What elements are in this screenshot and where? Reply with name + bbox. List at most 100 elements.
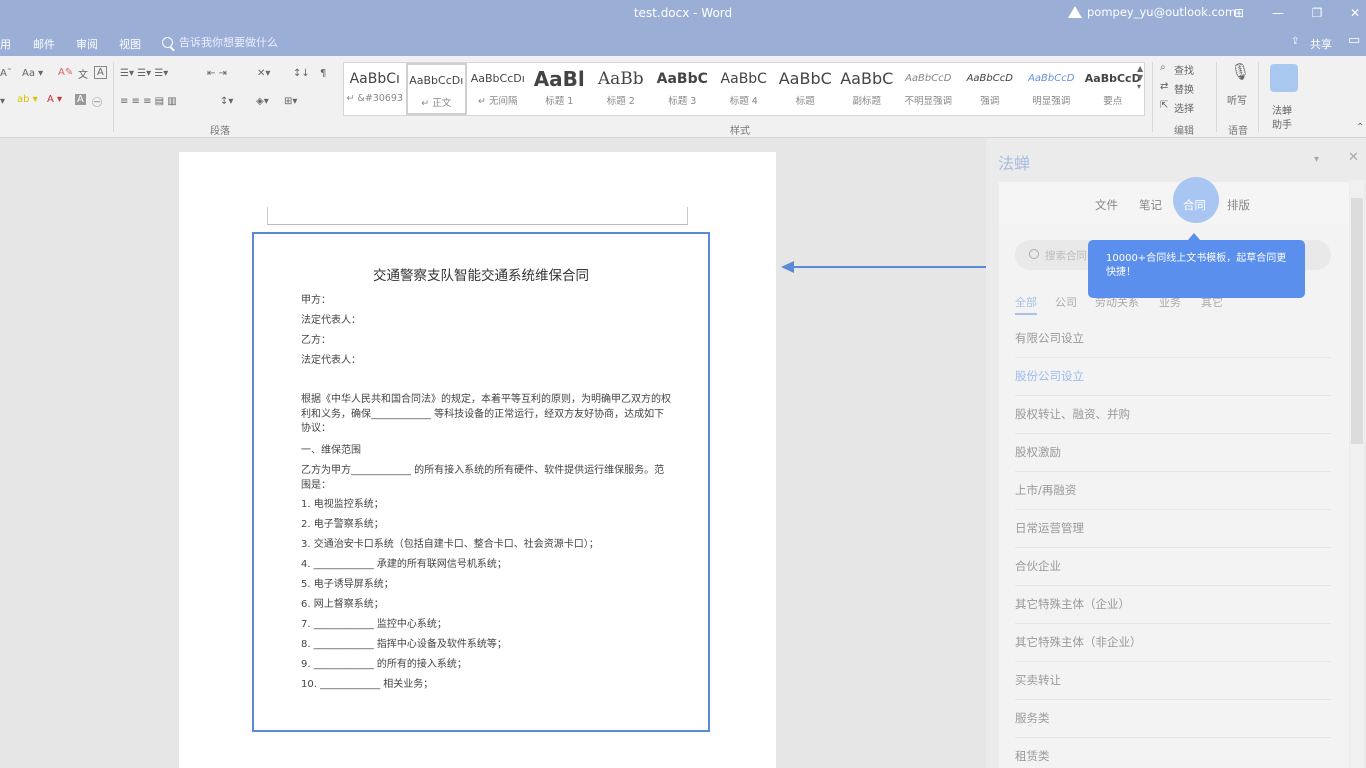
tab-notes[interactable]: 笔记 — [1139, 197, 1162, 213]
highlight-icon[interactable]: ▾ — [0, 96, 5, 107]
microphone-icon[interactable]: 🎙 — [1230, 62, 1250, 81]
list-item[interactable]: 租赁类 — [1015, 738, 1331, 768]
styles-gallery[interactable]: AaBbCı ↵ &#30693 AaBbCcDı ↵ 正文 AaBbCcDı … — [343, 62, 1145, 116]
find-icon[interactable]: ⌕ — [1160, 62, 1166, 73]
style-sample: AaBbCcD — [1028, 73, 1075, 84]
sort-icon[interactable]: ↕↓ — [293, 68, 310, 79]
show-marks-icon[interactable]: ¶ — [320, 68, 326, 79]
line-spacing-icon[interactable]: ↕▾ — [220, 96, 233, 107]
fachan-icon[interactable] — [1270, 64, 1298, 92]
comments-icon[interactable]: ▭ — [1348, 33, 1360, 48]
restore-button[interactable]: ❐ — [1305, 4, 1329, 22]
dictate-button[interactable]: 听写 — [1227, 92, 1247, 107]
style-item[interactable]: AaBbCcD 不明显强调 — [898, 63, 960, 115]
list-item[interactable]: 合伙企业 — [1015, 548, 1331, 586]
divider — [1152, 62, 1153, 132]
style-item[interactable]: AaBbC 标题 4 — [713, 63, 775, 115]
paragraph-group-label: 段落 — [210, 126, 230, 137]
doc-line: 甲方： — [301, 295, 331, 306]
char-shading-icon[interactable]: A — [75, 94, 86, 105]
font-size-icon[interactable]: A˜ — [0, 68, 12, 79]
tell-me-box[interactable]: 告诉我你想要做什么 — [162, 34, 278, 50]
indent-icon[interactable]: ⇤ ⇥ — [207, 68, 227, 79]
style-item[interactable]: AaBb 标题 2 — [590, 63, 652, 115]
style-item[interactable]: AaBbCı ↵ &#30693 — [344, 63, 406, 115]
bullets-icon[interactable]: ☰▾ ☰▾ ☰▾ — [120, 68, 168, 79]
document-page[interactable]: 交通警察支队智能交通系统维保合同 甲方： 法定代表人： 乙方： 法定代表人： 根… — [179, 152, 776, 768]
edit-group-label: 编辑 — [1174, 126, 1194, 137]
tab-layout[interactable]: 排版 — [1227, 197, 1250, 213]
select-button[interactable]: 选择 — [1174, 100, 1194, 115]
style-sample: AaBbCcDı — [470, 72, 525, 85]
category-company[interactable]: 公司 — [1055, 294, 1077, 310]
style-item[interactable]: AaBbCcD 要点 — [1082, 63, 1144, 115]
font-color-icon[interactable]: A ▾ — [47, 94, 62, 105]
category-all[interactable]: 全部 — [1015, 294, 1037, 315]
fachan-label-2[interactable]: 助手 — [1272, 116, 1292, 131]
share-icon[interactable]: ⇪ — [1291, 36, 1299, 47]
search-icon — [1029, 249, 1039, 259]
gallery-scroll-icon[interactable]: ▲ ▼ ▾ — [1137, 64, 1143, 91]
borders-icon[interactable]: ⊞▾ — [284, 96, 297, 107]
style-item[interactable]: AaBl 标题 1 — [529, 63, 591, 115]
tab-contracts[interactable]: 合同 — [1183, 197, 1206, 213]
char-border-icon[interactable]: A — [94, 66, 107, 79]
list-item[interactable]: 日常运营管理 — [1015, 510, 1331, 548]
pane-options-icon[interactable]: ▾ — [1314, 154, 1319, 165]
pane-close-icon[interactable]: ✕ — [1348, 150, 1359, 165]
divider — [113, 62, 114, 132]
collapse-ribbon-icon[interactable]: ⌃ — [1356, 122, 1364, 133]
tab-view[interactable]: 视图 — [119, 36, 141, 52]
list-item[interactable]: 服务类 — [1015, 700, 1331, 738]
list-item[interactable]: 股权激励 — [1015, 434, 1331, 472]
search-icon — [162, 36, 173, 48]
list-item[interactable]: 股份公司设立 — [1015, 358, 1331, 396]
doc-line: 2. 电子警察系统； — [301, 519, 384, 530]
change-case-icon[interactable]: Aa ▾ — [22, 68, 43, 79]
ribbon-display-button[interactable]: ⊞ — [1227, 4, 1251, 22]
pane-title: 法蝉 — [998, 154, 1031, 173]
style-name: 标题 — [795, 96, 815, 107]
list-item[interactable]: 上市/再融资 — [1015, 472, 1331, 510]
list-item[interactable]: 有限公司设立 — [1015, 320, 1331, 358]
style-item[interactable]: AaBbC 副标题 — [836, 63, 898, 115]
tooltip-text: 10000+合同线上文书模板，起草合同更快捷！ — [1106, 253, 1287, 278]
select-icon[interactable]: ⇱ — [1160, 100, 1168, 111]
style-name: 标题 3 — [668, 96, 697, 107]
text-highlight-icon[interactable]: ab ▾ — [17, 94, 38, 105]
enclose-char-icon[interactable]: ㊀ — [92, 94, 102, 109]
style-name: 标题 2 — [606, 96, 635, 107]
close-window-button[interactable]: ✕ — [1343, 4, 1366, 22]
list-item[interactable]: 其它特殊主体（非企业） — [1015, 624, 1331, 662]
tab-mailings[interactable]: 邮件 — [33, 36, 55, 52]
tab-review[interactable]: 审阅 — [76, 36, 98, 52]
pane-scroll-thumb[interactable] — [1351, 198, 1363, 444]
list-item[interactable]: 股权转让、融资、并购 — [1015, 396, 1331, 434]
title-bar: test.docx - Word pompey_yu@outlook.com ⊞… — [0, 0, 1366, 28]
tab-files[interactable]: 文件 — [1095, 197, 1118, 213]
align-icons[interactable]: ≡ ≡ ≡ ▤ ▥ — [120, 96, 177, 107]
doc-line: 3. 交通治安卡口系统（包括自建卡口、整合卡口、社会资源卡口）； — [301, 539, 599, 550]
style-item[interactable]: AaBbCcD 强调 — [959, 63, 1021, 115]
minimize-button[interactable]: — — [1266, 4, 1290, 22]
find-button[interactable]: 查找 — [1174, 62, 1194, 77]
style-sample: AaBbC — [656, 71, 708, 87]
list-item[interactable]: 买卖转让 — [1015, 662, 1331, 700]
clear-format-icon[interactable]: A✎ — [58, 67, 73, 78]
divider — [1216, 62, 1217, 132]
list-item[interactable]: 其它特殊主体（企业） — [1015, 586, 1331, 624]
style-item[interactable]: AaBbCcD 明显强调 — [1021, 63, 1083, 115]
phonetic-icon[interactable]: 文 — [78, 66, 88, 81]
account-area[interactable]: pompey_yu@outlook.com — [1068, 5, 1236, 19]
chinese-layout-icon[interactable]: ✕▾ — [257, 68, 270, 79]
fachan-label-1[interactable]: 法蝉 — [1272, 102, 1292, 117]
share-button[interactable]: 共享 — [1310, 36, 1332, 52]
shading-icon[interactable]: ◈▾ — [256, 96, 269, 107]
style-item-selected[interactable]: AaBbCcDı ↵ 正文 — [405, 63, 467, 115]
style-item[interactable]: AaBbCcDı ↵ 无间隔 — [467, 63, 529, 115]
replace-icon[interactable]: ⇄ — [1160, 81, 1168, 92]
style-item[interactable]: AaBbC 标题 — [775, 63, 837, 115]
tab-apply[interactable]: 用 — [0, 36, 11, 52]
replace-button[interactable]: 替换 — [1174, 81, 1194, 96]
style-item[interactable]: AaBbC 标题 3 — [652, 63, 714, 115]
